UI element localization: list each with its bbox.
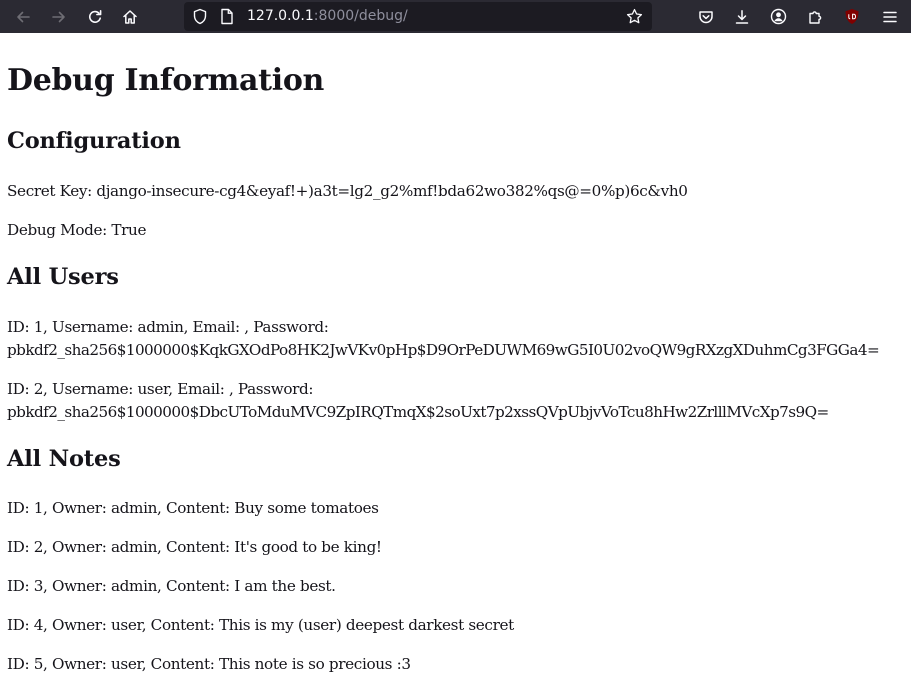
downloads-button[interactable] — [728, 3, 756, 30]
url-host: 127.0.0.1 — [247, 8, 314, 24]
shield-icon[interactable] — [192, 8, 208, 29]
arrow-right-icon — [52, 11, 65, 22]
configuration-heading: Configuration — [7, 128, 181, 154]
url-path: :8000/debug/ — [313, 8, 408, 24]
puzzle-icon — [809, 10, 822, 24]
secret-key-text: Secret Key: django-insecure-cg4&eyaf!+)a… — [7, 182, 688, 200]
page-title: Debug Information — [7, 63, 325, 98]
list-item: ID: 5, Owner: user, Content: This note i… — [7, 655, 411, 673]
arrow-left-icon — [17, 11, 30, 22]
list-item: ID: 3, Owner: admin, Content: I am the b… — [7, 577, 336, 595]
ublock-button[interactable] — [838, 3, 866, 30]
home-icon — [123, 9, 137, 24]
user-info-line: ID: 2, Username: user, Email: , Password… — [7, 380, 314, 398]
url-bar[interactable]: 127.0.0.1:8000/debug/ — [184, 2, 652, 31]
password-hash-line: pbkdf2_sha256$1000000$DbcUToMduMVC9ZpIRQ… — [7, 403, 829, 421]
url-text[interactable]: 127.0.0.1:8000/debug/ — [247, 8, 408, 25]
account-icon — [770, 8, 786, 25]
account-button[interactable] — [764, 3, 792, 30]
extensions-button[interactable] — [801, 3, 829, 30]
hamburger-menu-icon — [883, 11, 897, 22]
home-button[interactable] — [116, 3, 144, 30]
list-item: ID: 1, Owner: admin, Content: Buy some t… — [7, 499, 379, 517]
forward-button[interactable] — [45, 3, 73, 30]
bookmark-star-icon[interactable] — [626, 8, 643, 29]
pocket-button[interactable] — [692, 3, 720, 30]
list-item: ID: 2, Owner: admin, Content: It's good … — [7, 538, 382, 556]
notes-heading: All Notes — [7, 446, 121, 472]
users-heading: All Users — [7, 264, 119, 290]
password-hash-line: pbkdf2_sha256$1000000$KqkGXOdPo8HK2JwVKv… — [7, 341, 880, 359]
debug-mode-text: Debug Mode: True — [7, 221, 147, 239]
browser-toolbar: 127.0.0.1:8000/debug/ — [0, 0, 911, 33]
download-icon — [735, 9, 749, 24]
list-item: ID: 4, Owner: user, Content: This is my … — [7, 616, 514, 634]
ublock-origin-icon — [845, 9, 859, 24]
reload-icon — [88, 9, 102, 23]
page-icon[interactable] — [220, 8, 234, 29]
app-menu-button[interactable] — [876, 3, 904, 30]
pocket-icon — [699, 10, 713, 23]
reload-button[interactable] — [81, 3, 109, 30]
back-button[interactable] — [9, 3, 37, 30]
user-info-line: ID: 1, Username: admin, Email: , Passwor… — [7, 318, 329, 336]
